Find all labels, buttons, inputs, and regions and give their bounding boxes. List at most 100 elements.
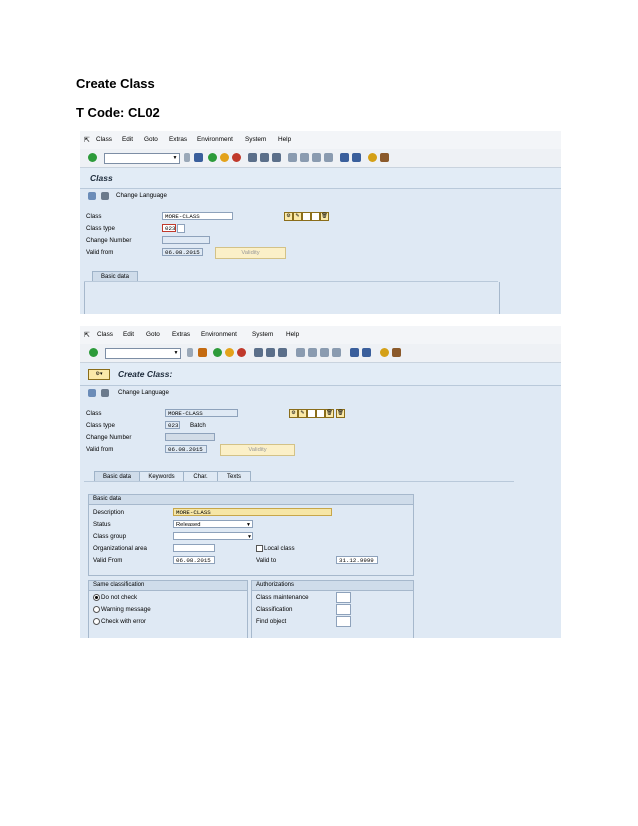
new-session-icon[interactable]	[340, 153, 349, 162]
menu-help[interactable]: Help	[278, 136, 291, 143]
menu-class[interactable]: Class	[96, 136, 112, 143]
menu-system[interactable]: System	[252, 331, 273, 338]
back-arrow-icon[interactable]	[187, 348, 193, 357]
command-field[interactable]: ▼	[104, 153, 180, 164]
command-field[interactable]: ▼	[105, 348, 181, 359]
class-field[interactable]: MORE-CLASS	[165, 409, 238, 417]
chevron-down-icon[interactable]: ▼	[246, 521, 251, 529]
class-type-field[interactable]: 023	[162, 224, 176, 232]
menu-edit[interactable]: Edit	[123, 331, 134, 338]
delete-icon[interactable]: 🗑	[320, 212, 329, 221]
back-icon[interactable]	[213, 348, 222, 357]
validity-button[interactable]: Validity	[215, 247, 286, 259]
create-icon[interactable]	[307, 409, 316, 418]
next-page-icon[interactable]	[312, 153, 321, 162]
menu-help[interactable]: Help	[286, 331, 299, 338]
shortcut-icon[interactable]	[362, 348, 371, 357]
layout-icon[interactable]	[392, 348, 401, 357]
status-dropdown[interactable]: Released ▼	[173, 520, 253, 528]
chevron-down-icon[interactable]: ▼	[248, 533, 251, 541]
description-field[interactable]: MORE-CLASS	[173, 508, 332, 516]
find-icon[interactable]	[266, 348, 275, 357]
display-change-icon[interactable]: ⚙▾	[88, 369, 110, 380]
first-page-icon[interactable]	[288, 153, 297, 162]
enter-icon[interactable]	[88, 153, 97, 162]
hierarchy-icon[interactable]	[88, 389, 96, 397]
last-page-icon[interactable]	[332, 348, 341, 357]
application-toolbar: Change Language	[80, 189, 561, 203]
valid-from-field-2[interactable]: 06.08.2015	[173, 556, 215, 564]
exit-app-icon[interactable]	[220, 153, 229, 162]
change-number-field[interactable]	[165, 433, 215, 441]
next-page-icon[interactable]	[320, 348, 329, 357]
menu-environment[interactable]: Environment	[197, 136, 233, 143]
menu-extras[interactable]: Extras	[169, 136, 187, 143]
change-number-field[interactable]	[162, 236, 210, 244]
exit-icon[interactable]: ⇱	[84, 136, 90, 144]
language-icon[interactable]	[101, 192, 109, 200]
class-field[interactable]: MORE-CLASS	[162, 212, 233, 220]
class-maintenance-field[interactable]	[336, 592, 351, 603]
help-icon[interactable]	[380, 348, 389, 357]
cancel-icon[interactable]	[232, 153, 241, 162]
chevron-down-icon[interactable]: ▼	[172, 155, 178, 162]
exit-icon[interactable]: ⇱	[84, 331, 90, 339]
help-icon[interactable]	[368, 153, 377, 162]
edit-pencil-icon[interactable]: ✎	[293, 212, 302, 221]
menu-goto[interactable]: Goto	[144, 136, 158, 143]
valid-from-field[interactable]: 06.08.2015	[165, 445, 207, 453]
copy-icon[interactable]	[311, 212, 320, 221]
radio-check-with-error[interactable]	[93, 618, 100, 625]
class-group-dropdown[interactable]: ▼	[173, 532, 253, 540]
menu-system[interactable]: System	[245, 136, 266, 143]
cancel-icon[interactable]	[237, 348, 246, 357]
find-next-icon[interactable]	[278, 348, 287, 357]
new-session-icon[interactable]	[350, 348, 359, 357]
shortcut-icon[interactable]	[352, 153, 361, 162]
class-type-field[interactable]: 023	[165, 421, 180, 429]
delete-icon[interactable]: 🗑	[325, 409, 334, 418]
prev-page-icon[interactable]	[308, 348, 317, 357]
back-icon[interactable]	[208, 153, 217, 162]
display-icon[interactable]: ⚙	[289, 409, 298, 418]
chevron-down-icon[interactable]: ▼	[173, 350, 179, 357]
local-class-checkbox[interactable]	[256, 545, 263, 552]
validity-button[interactable]: Validity	[220, 444, 295, 456]
radio-do-not-check[interactable]	[93, 594, 100, 601]
f4-help-icon[interactable]	[177, 224, 185, 233]
menu-goto[interactable]: Goto	[146, 331, 160, 338]
exit-app-icon[interactable]	[225, 348, 234, 357]
first-page-icon[interactable]	[296, 348, 305, 357]
change-language-button[interactable]: Change Language	[116, 192, 167, 199]
hierarchy-icon[interactable]	[88, 192, 96, 200]
menu-extras[interactable]: Extras	[172, 331, 190, 338]
create-icon[interactable]	[302, 212, 311, 221]
doc-heading: Create Class	[76, 76, 155, 91]
edit-pencil-icon[interactable]: ✎	[298, 409, 307, 418]
menu-environment[interactable]: Environment	[201, 331, 237, 338]
last-page-icon[interactable]	[324, 153, 333, 162]
menu-class[interactable]: Class	[97, 331, 113, 338]
display-change-icon[interactable]: ⚙	[284, 212, 293, 221]
radio-warning-message[interactable]	[93, 606, 100, 613]
find-object-field[interactable]	[336, 616, 351, 627]
org-area-field[interactable]	[173, 544, 215, 552]
layout-icon[interactable]	[380, 153, 389, 162]
prev-page-icon[interactable]	[300, 153, 309, 162]
print-icon[interactable]	[254, 348, 263, 357]
back-arrow-icon[interactable]	[184, 153, 190, 162]
menu-edit[interactable]: Edit	[122, 136, 133, 143]
save-icon[interactable]	[198, 348, 207, 357]
language-icon[interactable]	[101, 389, 109, 397]
copy-icon[interactable]	[316, 409, 325, 418]
change-language-button[interactable]: Change Language	[118, 389, 169, 396]
valid-from-field[interactable]: 06.08.2015	[162, 248, 203, 256]
enter-icon[interactable]	[89, 348, 98, 357]
classification-field[interactable]	[336, 604, 351, 615]
print-icon[interactable]	[248, 153, 257, 162]
valid-to-field[interactable]: 31.12.9999	[336, 556, 378, 564]
save-icon[interactable]	[194, 153, 203, 162]
trash-icon[interactable]: 🗑	[336, 409, 345, 418]
find-next-icon[interactable]	[272, 153, 281, 162]
find-icon[interactable]	[260, 153, 269, 162]
